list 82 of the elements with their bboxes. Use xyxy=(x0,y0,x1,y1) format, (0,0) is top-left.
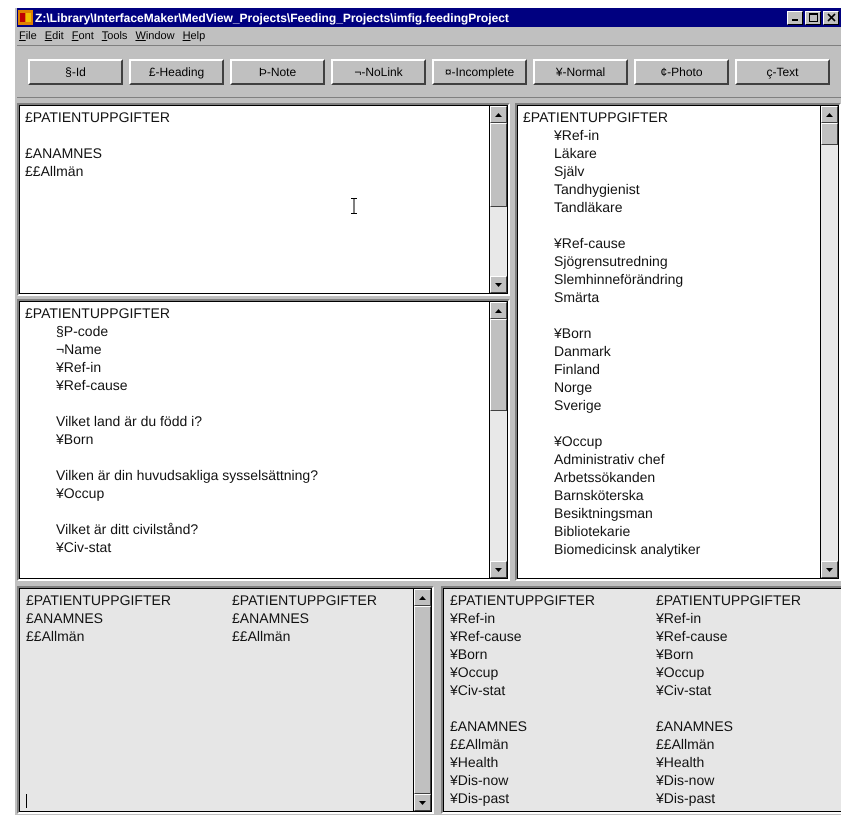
text-line: ¥Ref-in xyxy=(553,126,600,144)
tag-button[interactable]: Þ-Note xyxy=(230,59,325,85)
text-line: ¥Born xyxy=(450,645,488,663)
tag-button[interactable]: ¥-Normal xyxy=(533,59,628,85)
text-line: Vilken är din huvudsakliga sysselsättning? xyxy=(55,466,320,484)
text-line: £PATIENTUPPGIFTER xyxy=(26,591,172,609)
text-line: ¥Dis-past xyxy=(656,789,716,807)
text-line: ¥Ref-in xyxy=(656,609,702,627)
text-line: ¥Health xyxy=(656,753,706,771)
text-line: ¥Civ-stat xyxy=(656,681,712,699)
menu-item[interactable]: File xyxy=(19,30,37,42)
text-line: Själv xyxy=(553,162,586,180)
compare-pane[interactable]: £PATIENTUPPGIFTER £ANAMNES ££Allmän £PATIENTUPPGIFTER £ANAMNES ££Allmän xyxy=(17,586,434,814)
text-line: £ANAMNES xyxy=(450,717,528,735)
text-line: ¥Occup xyxy=(656,663,706,681)
menu-item[interactable]: Edit xyxy=(44,30,64,42)
text-line: £PATIENTUPPGIFTER xyxy=(232,591,378,609)
text-line: ¥Born xyxy=(553,324,592,342)
text-line: ¥Occup xyxy=(450,663,500,681)
text-line: ££Allmän xyxy=(26,627,86,645)
text-line: ¥Dis-past xyxy=(450,789,510,807)
menu-item[interactable]: Font xyxy=(72,30,94,42)
text-line: ¥Born xyxy=(656,645,694,663)
text-line: ¬Name xyxy=(55,340,103,358)
text-line: Arbetssökanden xyxy=(553,468,656,486)
tag-button[interactable]: ¬-NoLink xyxy=(331,59,426,85)
tag-button[interactable]: £-Heading xyxy=(129,59,224,85)
text-line: ¥Ref-in xyxy=(55,358,102,376)
text-line: ¥Dis-now xyxy=(450,771,510,789)
text-line: £ANAMNES xyxy=(26,609,104,627)
text-line: ¥Ref-cause xyxy=(553,234,627,252)
tag-button[interactable]: ç-Text xyxy=(735,59,830,85)
text-line: Tandhygienist xyxy=(553,180,641,198)
menu-item[interactable]: Tools xyxy=(102,30,128,42)
text-line: ¥Ref-cause xyxy=(656,627,729,645)
text-line: £PATIENTUPPGIFTER xyxy=(523,108,669,126)
text-line: ¥Ref-cause xyxy=(55,376,129,394)
text-line: ¥Health xyxy=(450,753,500,771)
text-line: ££Allmän xyxy=(232,627,292,645)
text-line: Norge xyxy=(553,378,594,396)
text-line: Slemhinneförändring xyxy=(553,270,684,288)
text-line: ¥Civ-stat xyxy=(450,681,506,699)
text-line: Besiktningsman xyxy=(553,504,654,522)
text-line: Biomedicinsk analytiker xyxy=(553,540,702,558)
text-line: £PATIENTUPPGIFTER xyxy=(450,591,596,609)
text-line: £ANAMNES xyxy=(232,609,310,627)
menu-item[interactable]: Help xyxy=(182,30,206,42)
text-line: ¥Civ-stat xyxy=(55,538,112,556)
text-line: ¥Born xyxy=(55,430,94,448)
text-line: Läkare xyxy=(553,144,598,162)
text-line: Vilket land är du född i? xyxy=(55,412,204,430)
text-line: Barnsköterska xyxy=(553,486,644,504)
text-line: £ANAMNES xyxy=(25,144,104,162)
text-line: ¥Dis-now xyxy=(656,771,716,789)
text-line: £PATIENTUPPGIFTER xyxy=(25,108,171,126)
menu-item[interactable]: Window xyxy=(135,30,175,42)
text-line: ¥Ref-in xyxy=(450,609,496,627)
text-line: Sjögrensutredning xyxy=(553,252,669,270)
text-line: ££Allmän xyxy=(656,735,716,753)
text-line: Finland xyxy=(553,360,601,378)
tag-button[interactable]: §-Id xyxy=(28,59,123,85)
text-line: §P-code xyxy=(55,322,110,340)
template-editor[interactable]: £PATIENTUPPGIFTER £ANAMNES ££Allmän xyxy=(17,103,510,296)
text-line: £ANAMNES xyxy=(656,717,734,735)
text-line: £PATIENTUPPGIFTER xyxy=(656,591,802,609)
window-title: Z:\Library\InterfaceMaker\MedView_Projects\Feeding_Projects\imfig.feedingProject xyxy=(35,10,510,24)
text-line: Sverige xyxy=(553,396,602,414)
text-line: Tandläkare xyxy=(553,198,624,216)
tag-button[interactable]: ¤-Incomplete xyxy=(432,59,527,85)
text-line: ¥Ref-cause xyxy=(450,627,523,645)
text-line: Smärta xyxy=(553,288,600,306)
text-line: Danmark xyxy=(553,342,612,360)
text-line: ¥Occup xyxy=(553,432,604,450)
form-outline[interactable]: £PATIENTUPPGIFTER §P-code ¬Name ¥Ref-in ¥Ref-cause Vilket land är du född i? ¥Born Vilken är din huvudsakliga sysselsättning? ¥Occup Vilket är ditt civilstånd? ¥Civ-stat xyxy=(17,299,510,581)
tag-button[interactable]: ¢-Photo xyxy=(634,59,729,85)
text-line: Administrativ chef xyxy=(553,450,666,468)
text-line: ¥Occup xyxy=(55,484,106,502)
text-line: ££Allmän xyxy=(25,162,84,180)
text-line: Vilket är ditt civilstånd? xyxy=(55,520,200,538)
text-line: Bibliotekarie xyxy=(553,522,632,540)
text-line: £PATIENTUPPGIFTER xyxy=(25,304,171,322)
text-line: ££Allmän xyxy=(450,735,510,753)
